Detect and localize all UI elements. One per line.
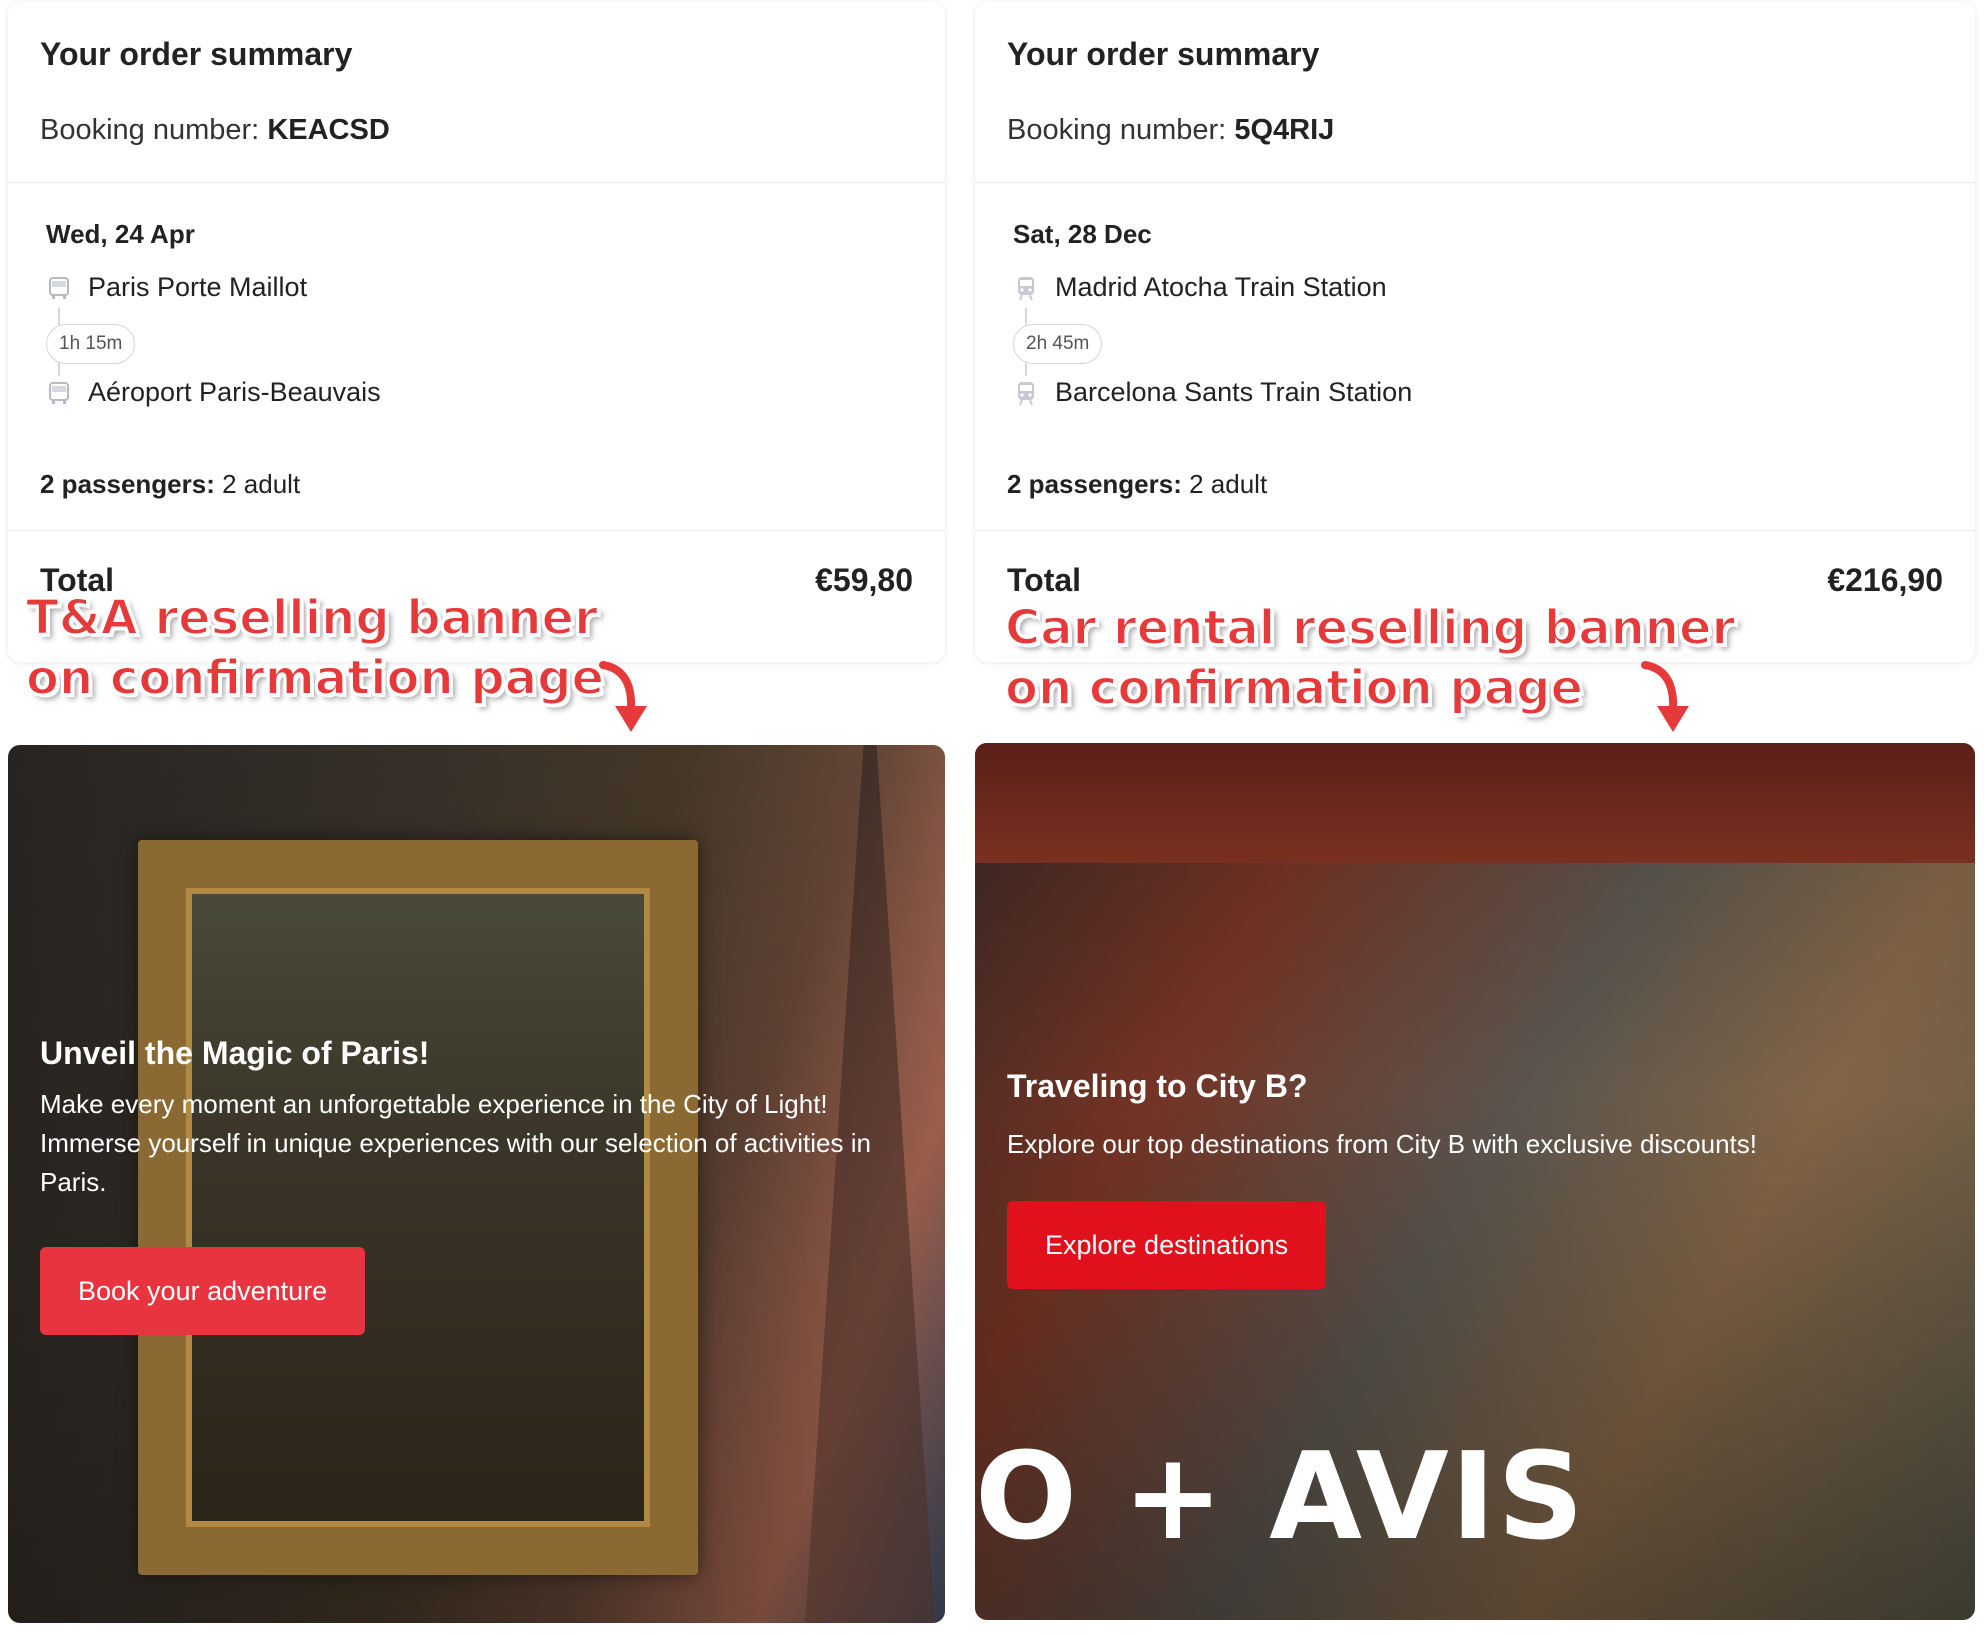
total-price: €216,90 <box>1827 562 1943 598</box>
order-summary-header: Your order summary Booking number: 5Q4RI… <box>975 2 1975 183</box>
annotation-label: Car rental reselling banner on confirmat… <box>1004 598 1736 718</box>
annotation-line-1: T&A reselling banner <box>25 589 599 647</box>
annotation-line-2: on confirmation page <box>25 649 605 707</box>
train-icon <box>1013 275 1039 301</box>
explore-destinations-button[interactable]: Explore destinations <box>1007 1201 1327 1289</box>
departure-stop: Madrid Atocha Train Station <box>1013 272 1387 303</box>
passengers-value: 2 adult <box>222 469 301 499</box>
annotation-arrow-icon <box>1641 661 1689 732</box>
banner-text: Explore our top destinations from City B… <box>1007 1129 1758 1159</box>
passengers-label: 2 passengers: <box>40 469 215 499</box>
order-summary-header: Your order summary Booking number: KEACS… <box>8 2 945 183</box>
banner-text: Make every moment an unforgettable exper… <box>40 1089 871 1197</box>
annotation-arrow-icon <box>599 661 647 732</box>
order-summary-card: Your order summary Booking number: KEACS… <box>8 2 945 662</box>
book-adventure-button[interactable]: Book your adventure <box>40 1247 366 1335</box>
booking-number-label: Booking number: <box>40 114 260 146</box>
divider <box>975 530 1975 531</box>
painting-frame-image <box>138 840 698 1575</box>
departure-stop-name: Paris Porte Maillot <box>88 272 308 302</box>
arrival-stop: Barcelona Sants Train Station <box>1013 377 1412 408</box>
total-price: €59,80 <box>815 562 913 598</box>
car-roof-image <box>975 743 1975 863</box>
arrival-stop-name: Aéroport Paris-Beauvais <box>88 377 381 407</box>
trip-duration-badge: 1h 15m <box>46 324 136 364</box>
annotation-label: T&A reselling banner on confirmation pag… <box>25 588 605 708</box>
annotation-line-1: Car rental reselling banner <box>1004 599 1736 657</box>
trip-duration-badge: 2h 45m <box>1013 324 1103 364</box>
bus-icon <box>46 275 72 301</box>
annotation-line-2: on confirmation page <box>1004 659 1584 717</box>
activities-banner[interactable]: Unveil the Magic of Paris! Make every mo… <box>8 745 945 1623</box>
car-rental-banner[interactable]: Traveling to City B? Explore our top des… <box>975 743 1975 1620</box>
arrival-stop: Aéroport Paris-Beauvais <box>46 377 381 408</box>
train-icon <box>1013 380 1039 406</box>
booking-number: Booking number: 5Q4RIJ <box>1007 114 1334 147</box>
banner-title: Unveil the Magic of Paris! <box>40 1035 430 1071</box>
booking-number-value: 5Q4RIJ <box>1234 114 1335 146</box>
passengers-label: 2 passengers: <box>1007 469 1182 499</box>
booking-number-label: Booking number: <box>1007 114 1227 146</box>
avis-brand-logo: O + AVIS <box>975 1428 1586 1567</box>
passengers-value: 2 adult <box>1189 469 1268 499</box>
banner-title: Traveling to City B? <box>1007 1068 1308 1104</box>
booking-number-value: KEACSD <box>267 114 390 146</box>
arrival-stop-name: Barcelona Sants Train Station <box>1055 377 1413 407</box>
bus-icon <box>46 380 72 406</box>
passengers: 2 passengers: 2 adult <box>40 469 300 500</box>
order-summary-card: Your order summary Booking number: 5Q4RI… <box>975 2 1975 662</box>
divider <box>8 530 945 531</box>
booking-number: Booking number: KEACSD <box>40 114 390 147</box>
trip-date: Sat, 28 Dec <box>1013 219 1152 249</box>
order-summary-title: Your order summary <box>40 36 353 72</box>
departure-stop: Paris Porte Maillot <box>46 272 307 303</box>
order-summary-title: Your order summary <box>1007 36 1320 72</box>
total-label: Total <box>1007 562 1082 598</box>
passengers: 2 passengers: 2 adult <box>1007 469 1267 500</box>
trip-date: Wed, 24 Apr <box>46 219 195 249</box>
departure-stop-name: Madrid Atocha Train Station <box>1055 272 1387 302</box>
